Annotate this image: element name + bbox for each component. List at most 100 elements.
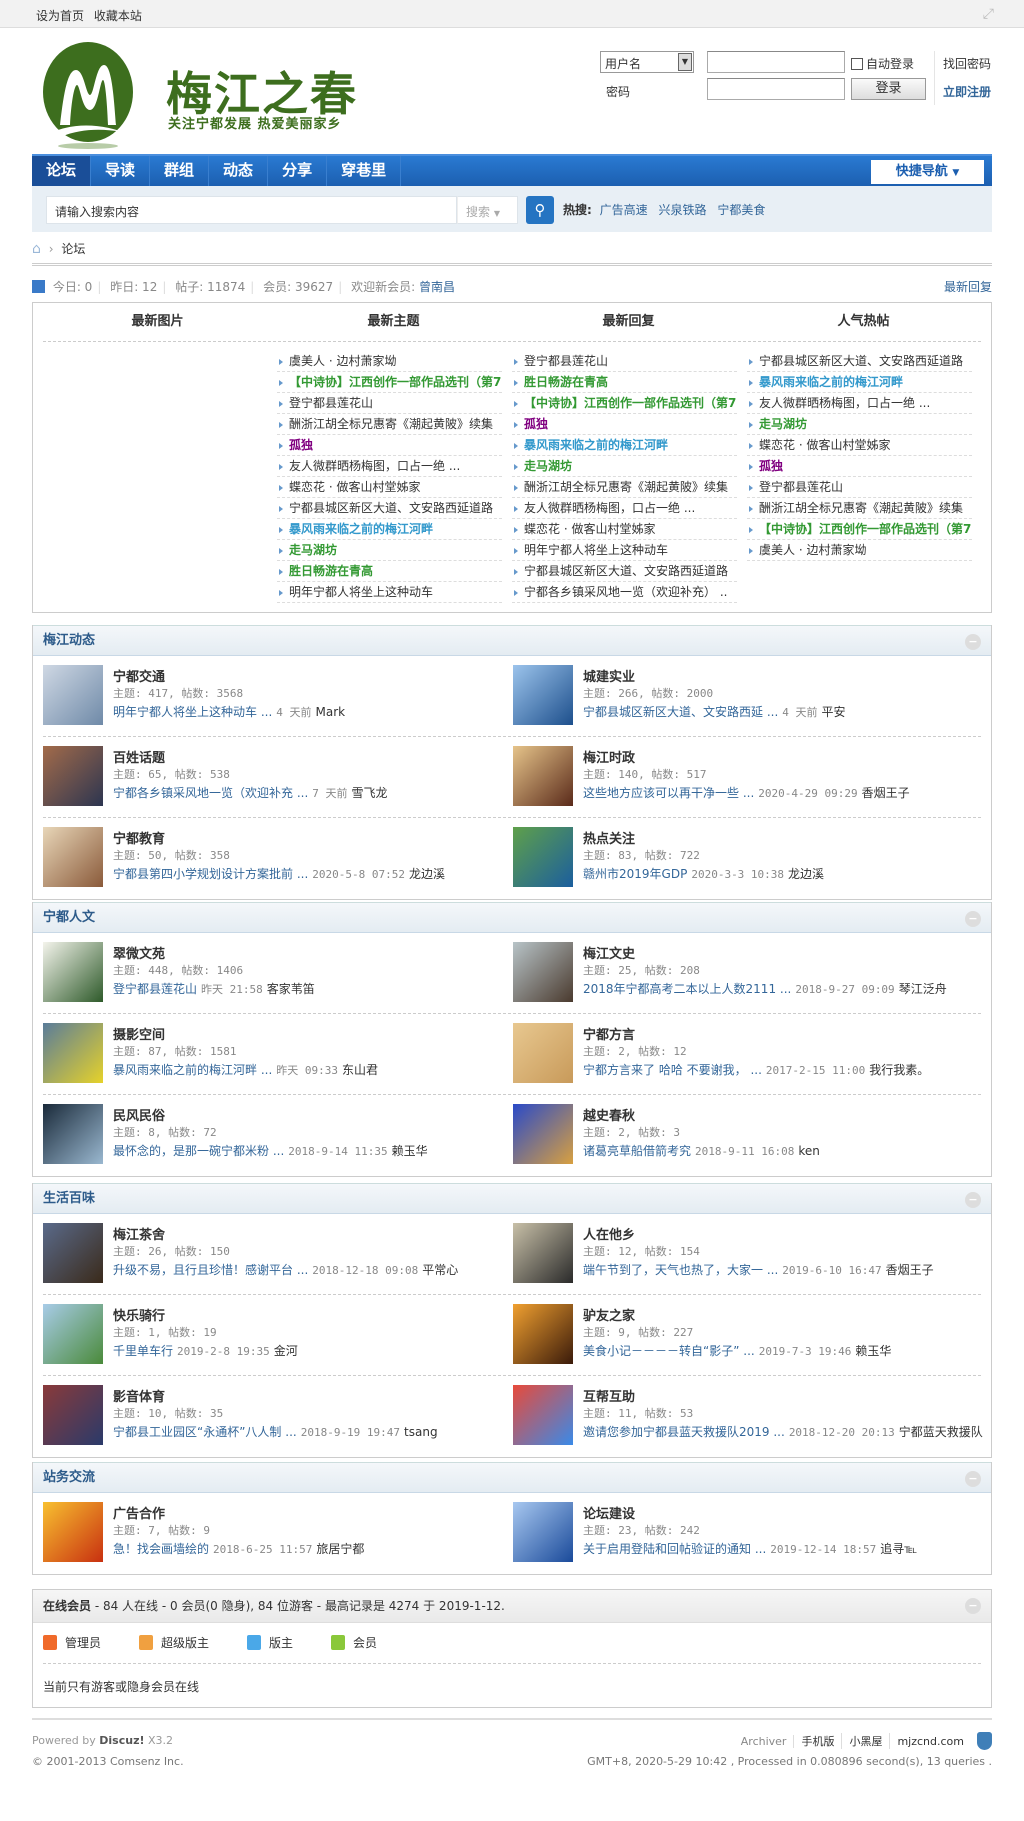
- hot-search-link[interactable]: 宁都美食: [717, 203, 765, 217]
- forum-icon[interactable]: [43, 665, 103, 725]
- forum-name[interactable]: 摄影空间: [113, 1024, 165, 1043]
- fullscreen-icon[interactable]: ⤢: [983, 6, 994, 22]
- forum-name[interactable]: 城建实业: [583, 666, 635, 685]
- post-link[interactable]: 孤独: [512, 414, 737, 435]
- post-link[interactable]: 宁都县城区新区大道、文安路西延道路: [747, 351, 972, 372]
- post-link[interactable]: 友人微群晒杨梅图，口占一绝 ...: [512, 498, 737, 519]
- forum-name[interactable]: 互帮互助: [583, 1386, 635, 1405]
- last-post-author[interactable]: 追寻℡: [880, 1542, 917, 1556]
- forum-name[interactable]: 梅江文史: [583, 943, 635, 962]
- post-link[interactable]: 【中诗协】江西创作一部作品选刊（第7: [747, 519, 972, 540]
- hot-search-link[interactable]: 广告高速: [600, 203, 648, 217]
- collapse-icon[interactable]: −: [965, 634, 981, 650]
- forum-icon[interactable]: [513, 665, 573, 725]
- forum-icon[interactable]: [513, 1223, 573, 1283]
- post-link[interactable]: 蝶恋花 · 做客山村堂姊家: [512, 519, 737, 540]
- nav-feed[interactable]: 动态: [209, 156, 269, 186]
- last-post-link[interactable]: 2018年宁都高考二本以上人数2111 ...: [583, 982, 791, 996]
- post-link[interactable]: 宁都县城区新区大道、文安路西延道路: [277, 498, 502, 519]
- forum-icon[interactable]: [513, 827, 573, 887]
- post-link[interactable]: 明年宁都人将坐上这种动车: [512, 540, 737, 561]
- forum-icon[interactable]: [43, 1502, 103, 1562]
- search-type-select[interactable]: 搜索 ▼: [457, 196, 518, 224]
- post-link[interactable]: 暴风雨来临之前的梅江河畔: [512, 435, 737, 456]
- section-title[interactable]: 站务交流: [43, 1470, 95, 1485]
- auto-login-checkbox[interactable]: 自动登录: [851, 55, 914, 72]
- post-link[interactable]: 暴风雨来临之前的梅江河畔: [747, 372, 972, 393]
- section-title[interactable]: 宁都人文: [43, 910, 95, 925]
- post-link[interactable]: 孤独: [277, 435, 502, 456]
- post-link[interactable]: 友人微群晒杨梅图，口占一绝 ...: [747, 393, 972, 414]
- forum-icon[interactable]: [43, 1385, 103, 1445]
- last-post-author[interactable]: 金河: [274, 1344, 298, 1358]
- last-post-link[interactable]: 明年宁都人将坐上这种动车 ...: [113, 705, 272, 719]
- forum-icon[interactable]: [513, 1304, 573, 1364]
- forum-icon[interactable]: [43, 1023, 103, 1083]
- last-post-author[interactable]: 赖玉华: [855, 1344, 891, 1358]
- last-post-link[interactable]: 登宁都县莲花山: [113, 982, 197, 996]
- last-post-author[interactable]: 香烟王子: [886, 1263, 934, 1277]
- set-homepage-link[interactable]: 设为首页: [36, 9, 84, 23]
- last-post-link[interactable]: 宁都方言来了 哈哈 不要谢我， ...: [583, 1063, 762, 1077]
- last-post-author[interactable]: 龙边溪: [409, 867, 445, 881]
- forum-name[interactable]: 热点关注: [583, 828, 635, 847]
- collapse-icon[interactable]: −: [965, 1192, 981, 1208]
- last-post-link[interactable]: 升级不易，且行且珍惜！感谢平台 ...: [113, 1263, 308, 1277]
- last-post-link[interactable]: 这些地方应该可以再干净一些 ...: [583, 786, 754, 800]
- last-post-author[interactable]: 赖玉华: [392, 1144, 428, 1158]
- quick-nav-button[interactable]: 快捷导航 ▼: [871, 160, 984, 184]
- post-link[interactable]: 走马湖坊: [512, 456, 737, 477]
- forum-name[interactable]: 影音体育: [113, 1386, 165, 1405]
- last-post-link[interactable]: 急！找会画墙绘的: [113, 1542, 209, 1556]
- post-link[interactable]: 登宁都县莲花山: [512, 351, 737, 372]
- section-title[interactable]: 生活百味: [43, 1191, 95, 1206]
- mobile-link[interactable]: 手机版: [794, 1733, 843, 1749]
- collapse-icon[interactable]: −: [965, 1598, 981, 1614]
- nav-forum[interactable]: 论坛: [32, 156, 92, 186]
- forum-icon[interactable]: [43, 1104, 103, 1164]
- forum-name[interactable]: 驴友之家: [583, 1305, 635, 1324]
- last-post-link[interactable]: 宁都县第四小学规划设计方案批前 ...: [113, 867, 308, 881]
- last-post-link[interactable]: 诸葛亮草船借箭考究: [583, 1144, 691, 1158]
- username-input[interactable]: [707, 51, 845, 73]
- password-input[interactable]: [707, 78, 845, 100]
- forum-name[interactable]: 梅江时政: [583, 747, 635, 766]
- forum-name[interactable]: 民风民俗: [113, 1105, 165, 1124]
- post-link[interactable]: 【中诗协】江西创作一部作品选刊（第7: [512, 393, 737, 414]
- forum-icon[interactable]: [43, 1304, 103, 1364]
- nav-guide[interactable]: 导读: [91, 156, 151, 186]
- site-logo[interactable]: [38, 40, 143, 150]
- last-post-author[interactable]: 雪飞龙: [352, 786, 388, 800]
- online-title[interactable]: 在线会员: [43, 1599, 91, 1613]
- post-link[interactable]: 酬浙江胡全标兄惠寄《潮起黄陂》续集: [512, 477, 737, 498]
- search-input[interactable]: 请输入搜索内容: [46, 196, 457, 224]
- post-link[interactable]: 胜日畅游在青高: [277, 561, 502, 582]
- collapse-icon[interactable]: −: [965, 911, 981, 927]
- post-link[interactable]: 走马湖坊: [747, 414, 972, 435]
- forum-name[interactable]: 人在他乡: [583, 1224, 635, 1243]
- last-post-link[interactable]: 宁都县城区新区大道、文安路西延 ...: [583, 705, 778, 719]
- post-link[interactable]: 虞美人 · 边村萧家坳: [747, 540, 972, 561]
- forum-name[interactable]: 越史春秋: [583, 1105, 635, 1124]
- post-link[interactable]: 走马湖坊: [277, 540, 502, 561]
- forum-icon[interactable]: [43, 1223, 103, 1283]
- forum-icon[interactable]: [513, 1023, 573, 1083]
- last-post-link[interactable]: 美食小记－－－－转自“影子” ...: [583, 1344, 755, 1358]
- nav-share[interactable]: 分享: [268, 156, 328, 186]
- last-post-author[interactable]: 琴江泛舟: [899, 982, 947, 996]
- post-link[interactable]: 虞美人 · 边村萧家坳: [277, 351, 502, 372]
- post-link[interactable]: 蝶恋花 · 做客山村堂姊家: [277, 477, 502, 498]
- last-post-author[interactable]: 东山君: [342, 1063, 378, 1077]
- forum-icon[interactable]: [513, 1502, 573, 1562]
- forum-icon[interactable]: [513, 1385, 573, 1445]
- last-post-author[interactable]: 旅居宁都: [316, 1542, 364, 1556]
- forum-icon[interactable]: [513, 1104, 573, 1164]
- forum-name[interactable]: 宁都教育: [113, 828, 165, 847]
- login-type-select[interactable]: 用户名 ▼: [600, 51, 694, 73]
- post-link[interactable]: 暴风雨来临之前的梅江河畔: [277, 519, 502, 540]
- last-post-author[interactable]: 客家苇笛: [267, 982, 315, 996]
- post-link[interactable]: 登宁都县莲花山: [277, 393, 502, 414]
- checkbox-icon[interactable]: [851, 57, 863, 70]
- last-post-author[interactable]: 平安: [822, 705, 846, 719]
- last-post-author[interactable]: 香烟王子: [862, 786, 910, 800]
